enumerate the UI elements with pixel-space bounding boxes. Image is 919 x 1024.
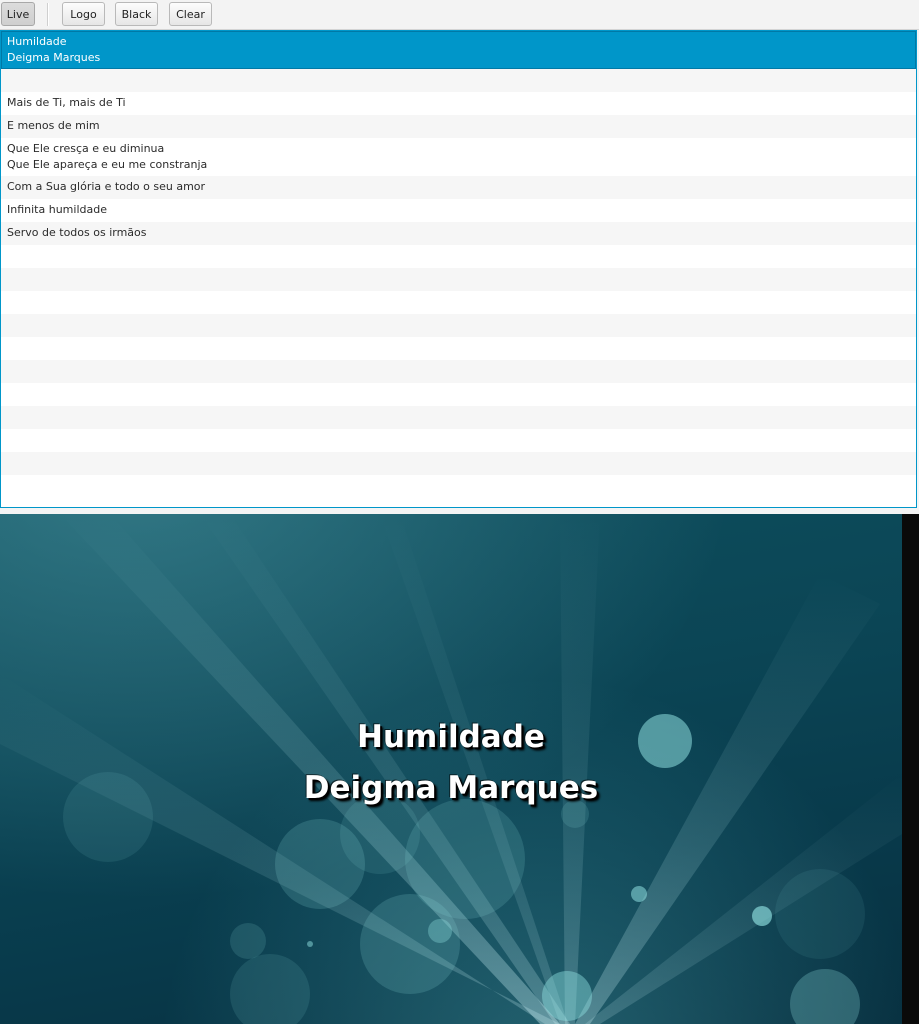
empty-row [1,406,916,429]
live-preview: Humildade Deigma Marques [0,514,902,1024]
empty-row [1,475,916,498]
slide-list[interactable]: Humildade Deigma Marques Mais de Ti, mais … [0,30,917,508]
black-button[interactable]: Black [115,2,158,26]
empty-row [1,429,916,452]
slide-line: Deigma Marques [7,51,101,64]
live-toggle-button[interactable]: Live [1,2,35,26]
empty-row [1,452,916,475]
slide-line: Infinita humildade [7,203,107,216]
empty-row [1,337,916,360]
empty-row [1,383,916,406]
empty-row [1,291,916,314]
toolbar: Live Logo Black Clear [0,0,919,30]
empty-row [1,245,916,268]
slide-line: Mais de Ti, mais de Ti [7,96,126,109]
empty-row [1,360,916,383]
clear-button[interactable]: Clear [169,2,212,26]
toolbar-separator [47,3,48,26]
slide-line: E menos de mim [7,119,100,132]
slide-line: Servo de todos os irmãos [7,226,147,239]
preview-edge [902,514,919,1024]
preview-line-2: Deigma Marques [303,770,599,806]
slide-row[interactable]: Com a Sua glória e todo o seu amor [1,176,916,199]
preview-line-1: Humildade [357,719,545,755]
empty-row [1,268,916,291]
slide-row[interactable]: Que Ele cresça e eu diminua Que Ele apare… [1,138,916,176]
slide-row[interactable]: Servo de todos os irmãos [1,222,916,245]
preview-background-art [0,514,902,1024]
slide-row[interactable]: E menos de mim [1,115,916,138]
slide-line: Que Ele apareça e eu me constranja [7,158,208,171]
logo-button[interactable]: Logo [62,2,105,26]
slide-row[interactable]: Humildade Deigma Marques [1,31,916,69]
slide-row[interactable]: Infinita humildade [1,199,916,222]
slide-row[interactable] [1,69,916,92]
slide-line: Humildade [7,35,67,48]
slide-line: Com a Sua glória e todo o seu amor [7,180,206,193]
slide-line: Que Ele cresça e eu diminua [7,142,165,155]
empty-row [1,314,916,337]
slide-row[interactable]: Mais de Ti, mais de Ti [1,92,916,115]
